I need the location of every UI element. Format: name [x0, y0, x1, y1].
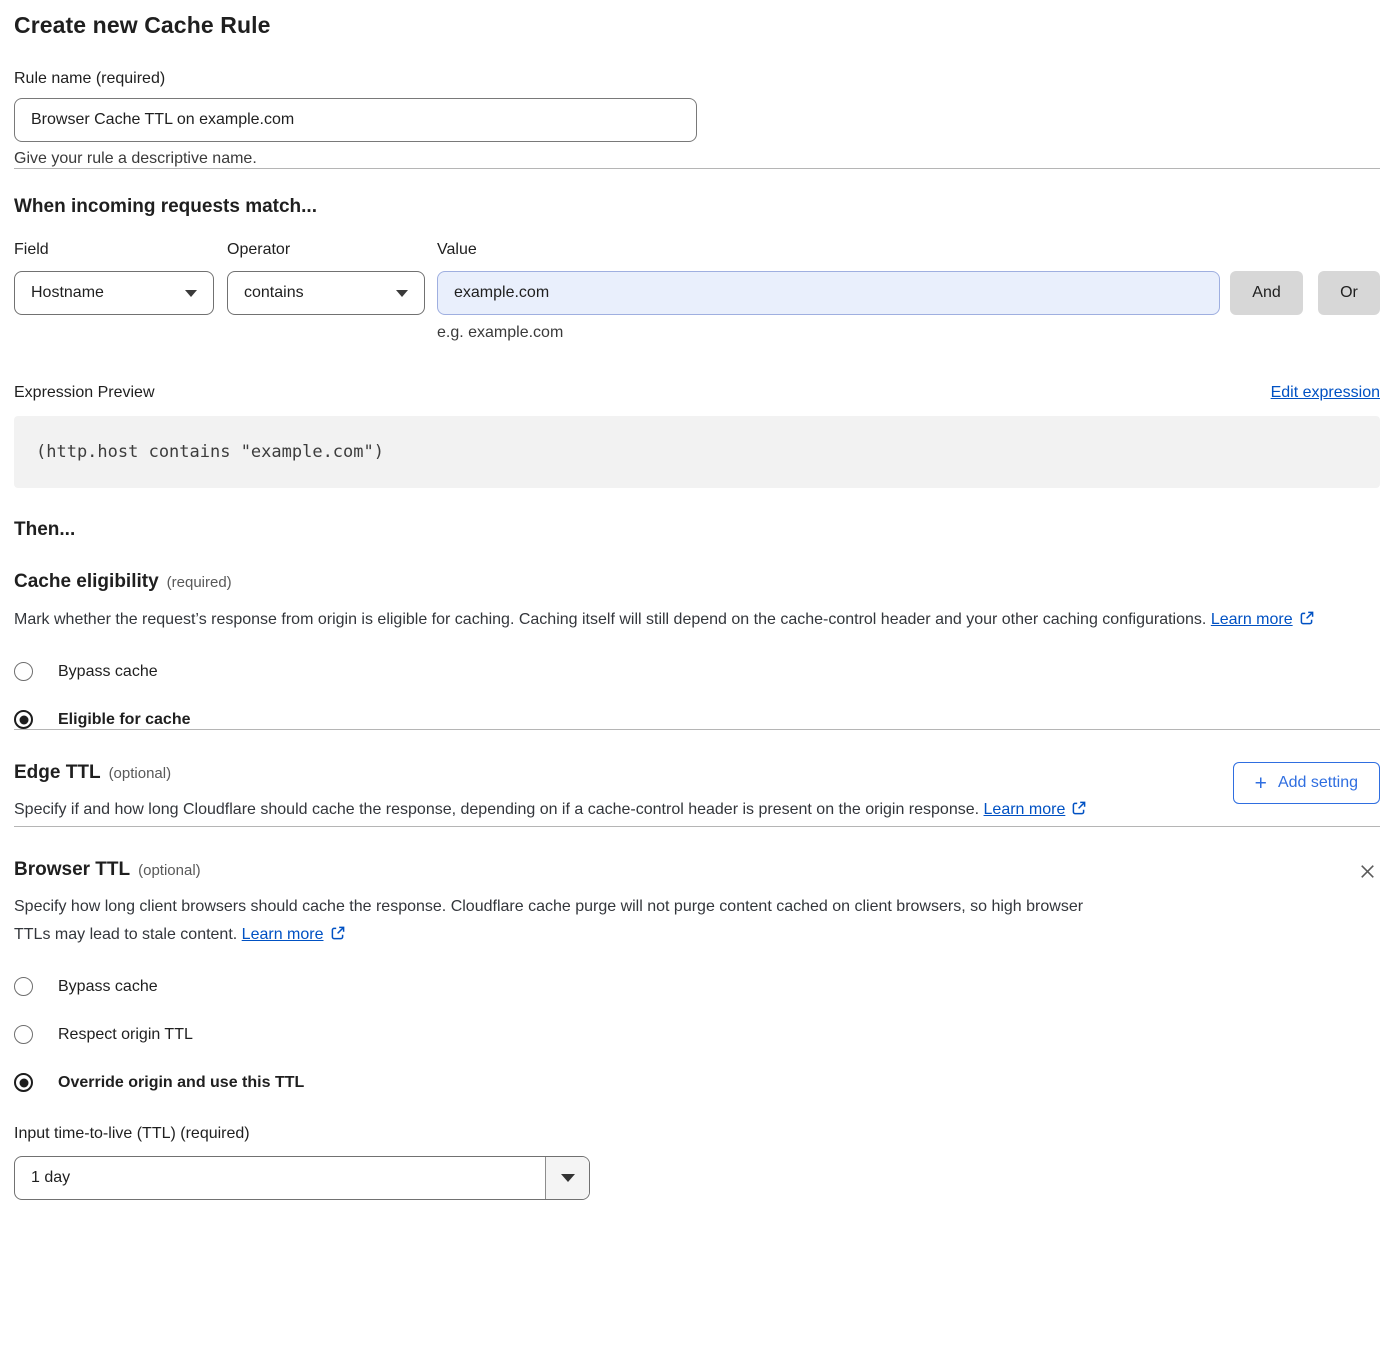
- radio-option-label: Override origin and use this TTL: [58, 1074, 304, 1092]
- divider: [14, 729, 1380, 730]
- operator-label: Operator: [227, 241, 437, 259]
- value-label: Value: [437, 241, 477, 259]
- edge-ttl-title-row: Edge TTL (optional): [14, 762, 1119, 784]
- ttl-input-section: Input time-to-live (TTL) (required) 1 da…: [14, 1125, 1380, 1200]
- divider: [14, 826, 1380, 827]
- rule-name-label: Rule name (required): [14, 70, 1380, 88]
- value-column: e.g. example.com: [437, 271, 1220, 342]
- ttl-label: Input time-to-live (TTL) (required): [14, 1125, 1380, 1143]
- expression-code-box: (http.host contains "example.com"): [14, 416, 1380, 488]
- browser-ttl-description: Specify how long client browsers should …: [14, 893, 1119, 951]
- ttl-select-value: 1 day: [15, 1157, 545, 1199]
- external-link-icon: [330, 923, 346, 951]
- external-link-icon: [1071, 798, 1087, 826]
- expression-preview-label: Expression Preview: [14, 384, 155, 402]
- radio-option-label: Eligible for cache: [58, 711, 190, 729]
- divider: [14, 168, 1380, 169]
- page-title: Create new Cache Rule: [14, 12, 1380, 39]
- radio-checked-icon[interactable]: [14, 710, 33, 729]
- expression-code: (http.host contains "example.com"): [36, 442, 384, 462]
- rule-name-section: Rule name (required) Give your rule a de…: [14, 70, 1380, 168]
- cache-eligibility-title: Cache eligibility: [14, 571, 159, 593]
- browser-ttl-qualifier: (optional): [138, 862, 201, 879]
- chevron-down-icon: [185, 290, 197, 297]
- radio-option-eligible-for-cache[interactable]: Eligible for cache: [14, 710, 1380, 729]
- browser-ttl-section-header: Browser TTL (optional) Specify how long …: [14, 859, 1380, 951]
- then-heading: Then...: [14, 519, 1380, 541]
- add-setting-label: Add setting: [1278, 774, 1358, 792]
- value-input[interactable]: [437, 271, 1220, 315]
- radio-icon[interactable]: [14, 1025, 33, 1044]
- browser-ttl-description-text: Specify how long client browsers should …: [14, 898, 1083, 943]
- radio-option-label: Respect origin TTL: [58, 1026, 193, 1044]
- close-icon: [1357, 870, 1378, 885]
- and-button[interactable]: And: [1230, 271, 1303, 315]
- operator-select[interactable]: contains: [227, 271, 425, 315]
- radio-option-bypass-cache[interactable]: Bypass cache: [14, 662, 1380, 681]
- field-select[interactable]: Hostname: [14, 271, 214, 315]
- create-cache-rule-form: Create new Cache Rule Rule name (require…: [14, 12, 1380, 1200]
- radio-option-override-origin-ttl[interactable]: Override origin and use this TTL: [14, 1073, 1380, 1092]
- external-link-icon: [1299, 608, 1315, 636]
- radio-icon[interactable]: [14, 977, 33, 996]
- radio-icon[interactable]: [14, 662, 33, 681]
- remove-browser-ttl-button[interactable]: [1355, 859, 1380, 887]
- browser-ttl-text: Browser TTL (optional) Specify how long …: [14, 859, 1119, 951]
- field-label: Field: [14, 241, 227, 259]
- edge-ttl-learn-more-link[interactable]: Learn more: [984, 801, 1066, 818]
- chevron-down-icon: [561, 1174, 575, 1182]
- chevron-down-icon: [396, 290, 408, 297]
- browser-ttl-learn-more-link[interactable]: Learn more: [242, 926, 324, 943]
- value-help: e.g. example.com: [437, 324, 1220, 342]
- match-labels-row: Field Operator Value: [14, 241, 1380, 259]
- radio-option-label: Bypass cache: [58, 663, 158, 681]
- cache-eligibility-qualifier: (required): [167, 574, 232, 591]
- browser-ttl-title: Browser TTL: [14, 859, 130, 881]
- radio-option-respect-origin-ttl[interactable]: Respect origin TTL: [14, 1025, 1380, 1044]
- match-heading: When incoming requests match...: [14, 196, 1380, 218]
- edit-expression-link[interactable]: Edit expression: [1271, 384, 1380, 402]
- field-select-value: Hostname: [31, 284, 104, 302]
- radio-checked-icon[interactable]: [14, 1073, 33, 1092]
- edge-ttl-description-text: Specify if and how long Cloudflare shoul…: [14, 801, 979, 818]
- cache-eligibility-title-row: Cache eligibility (required): [14, 571, 1380, 593]
- edge-ttl-title: Edge TTL: [14, 762, 101, 784]
- plus-icon: +: [1255, 773, 1267, 794]
- cache-eligibility-description-text: Mark whether the request’s response from…: [14, 611, 1206, 628]
- edge-ttl-text: Edge TTL (optional) Specify if and how l…: [14, 762, 1119, 826]
- or-button[interactable]: Or: [1318, 271, 1380, 315]
- ttl-select[interactable]: 1 day: [14, 1156, 590, 1200]
- expression-header: Expression Preview Edit expression: [14, 384, 1380, 402]
- browser-ttl-title-row: Browser TTL (optional): [14, 859, 1119, 881]
- edge-ttl-section: Edge TTL (optional) Specify if and how l…: [14, 762, 1380, 826]
- add-setting-button[interactable]: + Add setting: [1233, 762, 1380, 804]
- rule-name-help: Give your rule a descriptive name.: [14, 150, 1380, 168]
- radio-option-label: Bypass cache: [58, 978, 158, 996]
- match-controls-row: Hostname contains e.g. example.com And O…: [14, 271, 1380, 342]
- radio-option-browser-bypass-cache[interactable]: Bypass cache: [14, 977, 1380, 996]
- cache-eligibility-learn-more-link[interactable]: Learn more: [1211, 611, 1293, 628]
- edge-ttl-description: Specify if and how long Cloudflare shoul…: [14, 796, 1119, 826]
- ttl-select-arrow-button[interactable]: [545, 1157, 589, 1199]
- edge-ttl-qualifier: (optional): [109, 765, 172, 782]
- operator-select-value: contains: [244, 284, 304, 302]
- rule-name-input[interactable]: [14, 98, 697, 142]
- cache-eligibility-description: Mark whether the request’s response from…: [14, 606, 1359, 636]
